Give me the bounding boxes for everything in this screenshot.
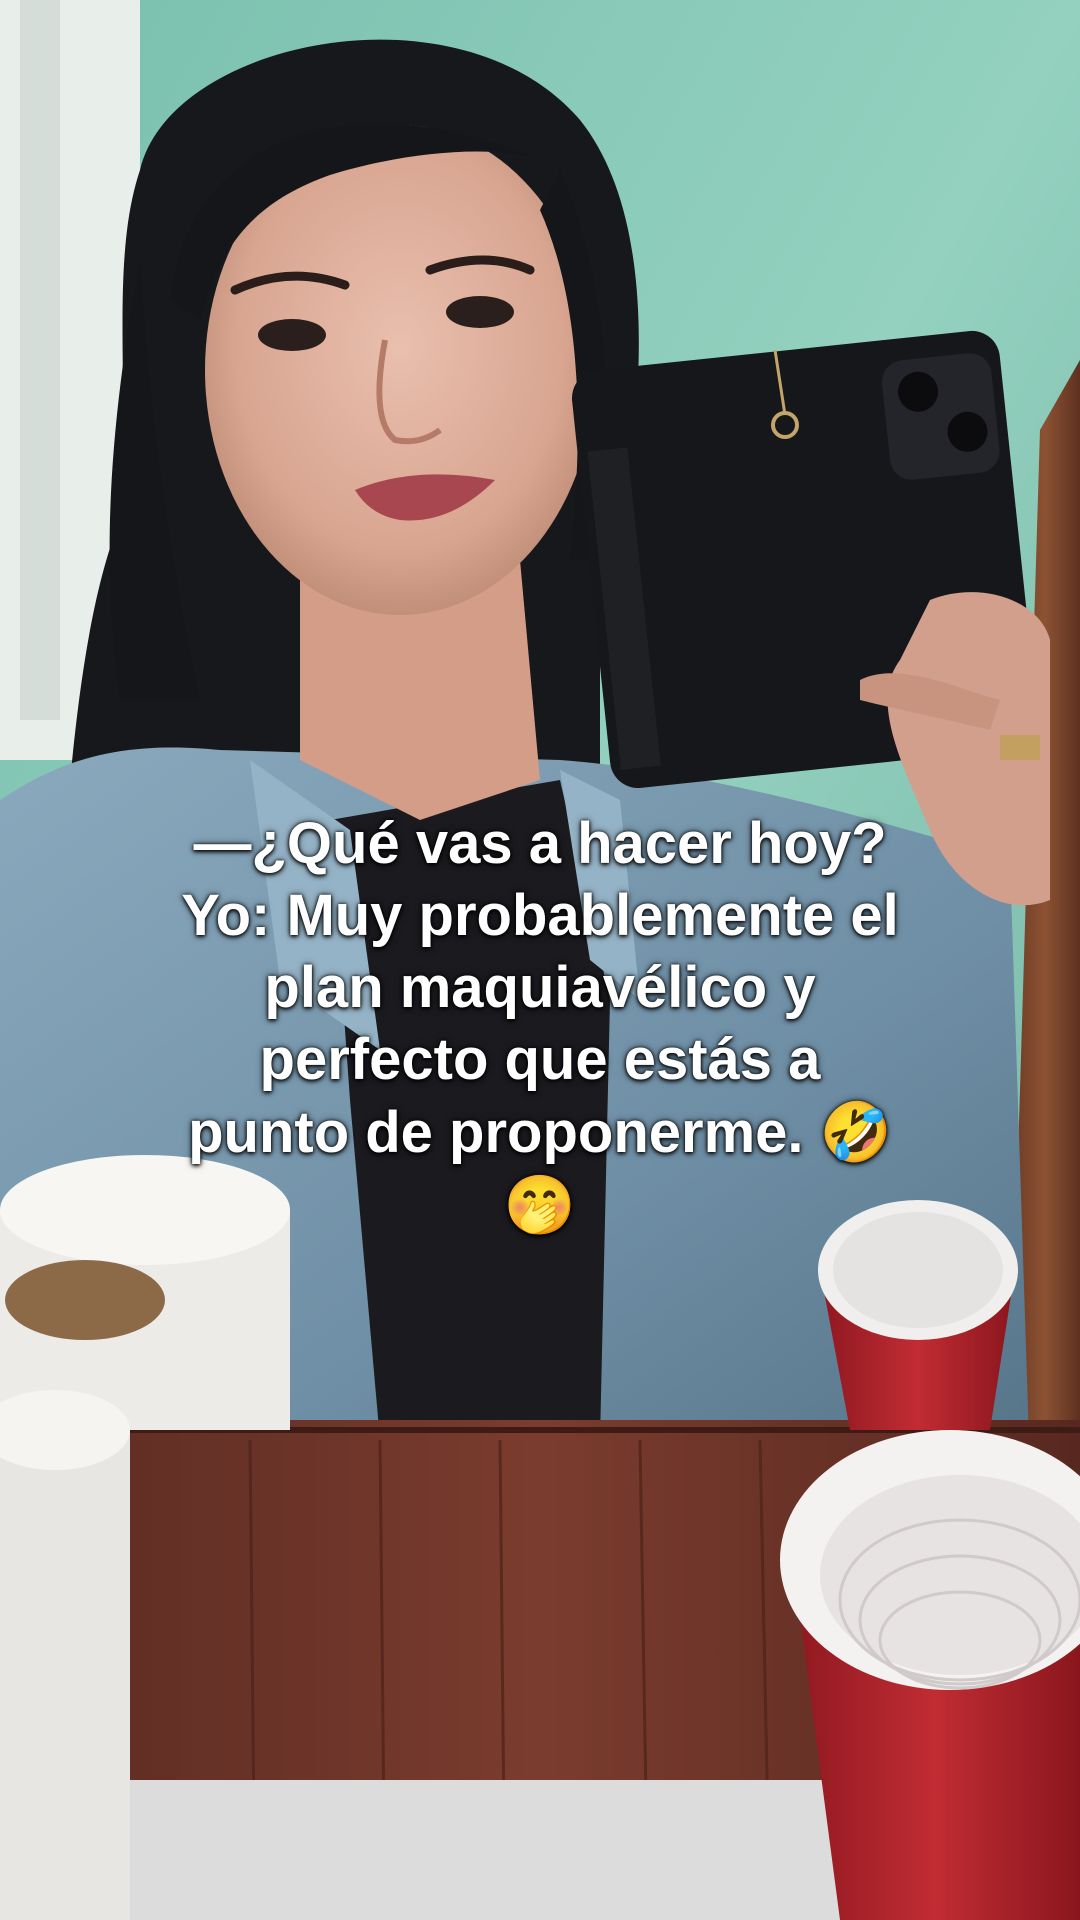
- caption-line-4: perfecto que estás a: [259, 1027, 821, 1092]
- hand-over-mouth-emoji-icon: 🤭: [503, 1171, 577, 1239]
- photo-frame: —¿Qué vas a hacer hoy? Yo: Muy probablem…: [0, 0, 1080, 1920]
- overlay-caption: —¿Qué vas a hacer hoy? Yo: Muy probablem…: [90, 808, 990, 1242]
- caption-line-2: Yo: Muy probablemente el: [181, 883, 899, 948]
- rofl-emoji-icon: 🤣: [819, 1098, 892, 1166]
- caption-line-5: punto de proponerme. 🤣: [90, 1096, 990, 1169]
- caption-line-1: —¿Qué vas a hacer hoy?: [193, 811, 887, 876]
- caption-line-5-text: punto de proponerme.: [188, 1100, 804, 1165]
- caption-line-3: plan maquiavélico y: [264, 955, 816, 1020]
- caption-line-6: 🤭: [90, 1169, 990, 1242]
